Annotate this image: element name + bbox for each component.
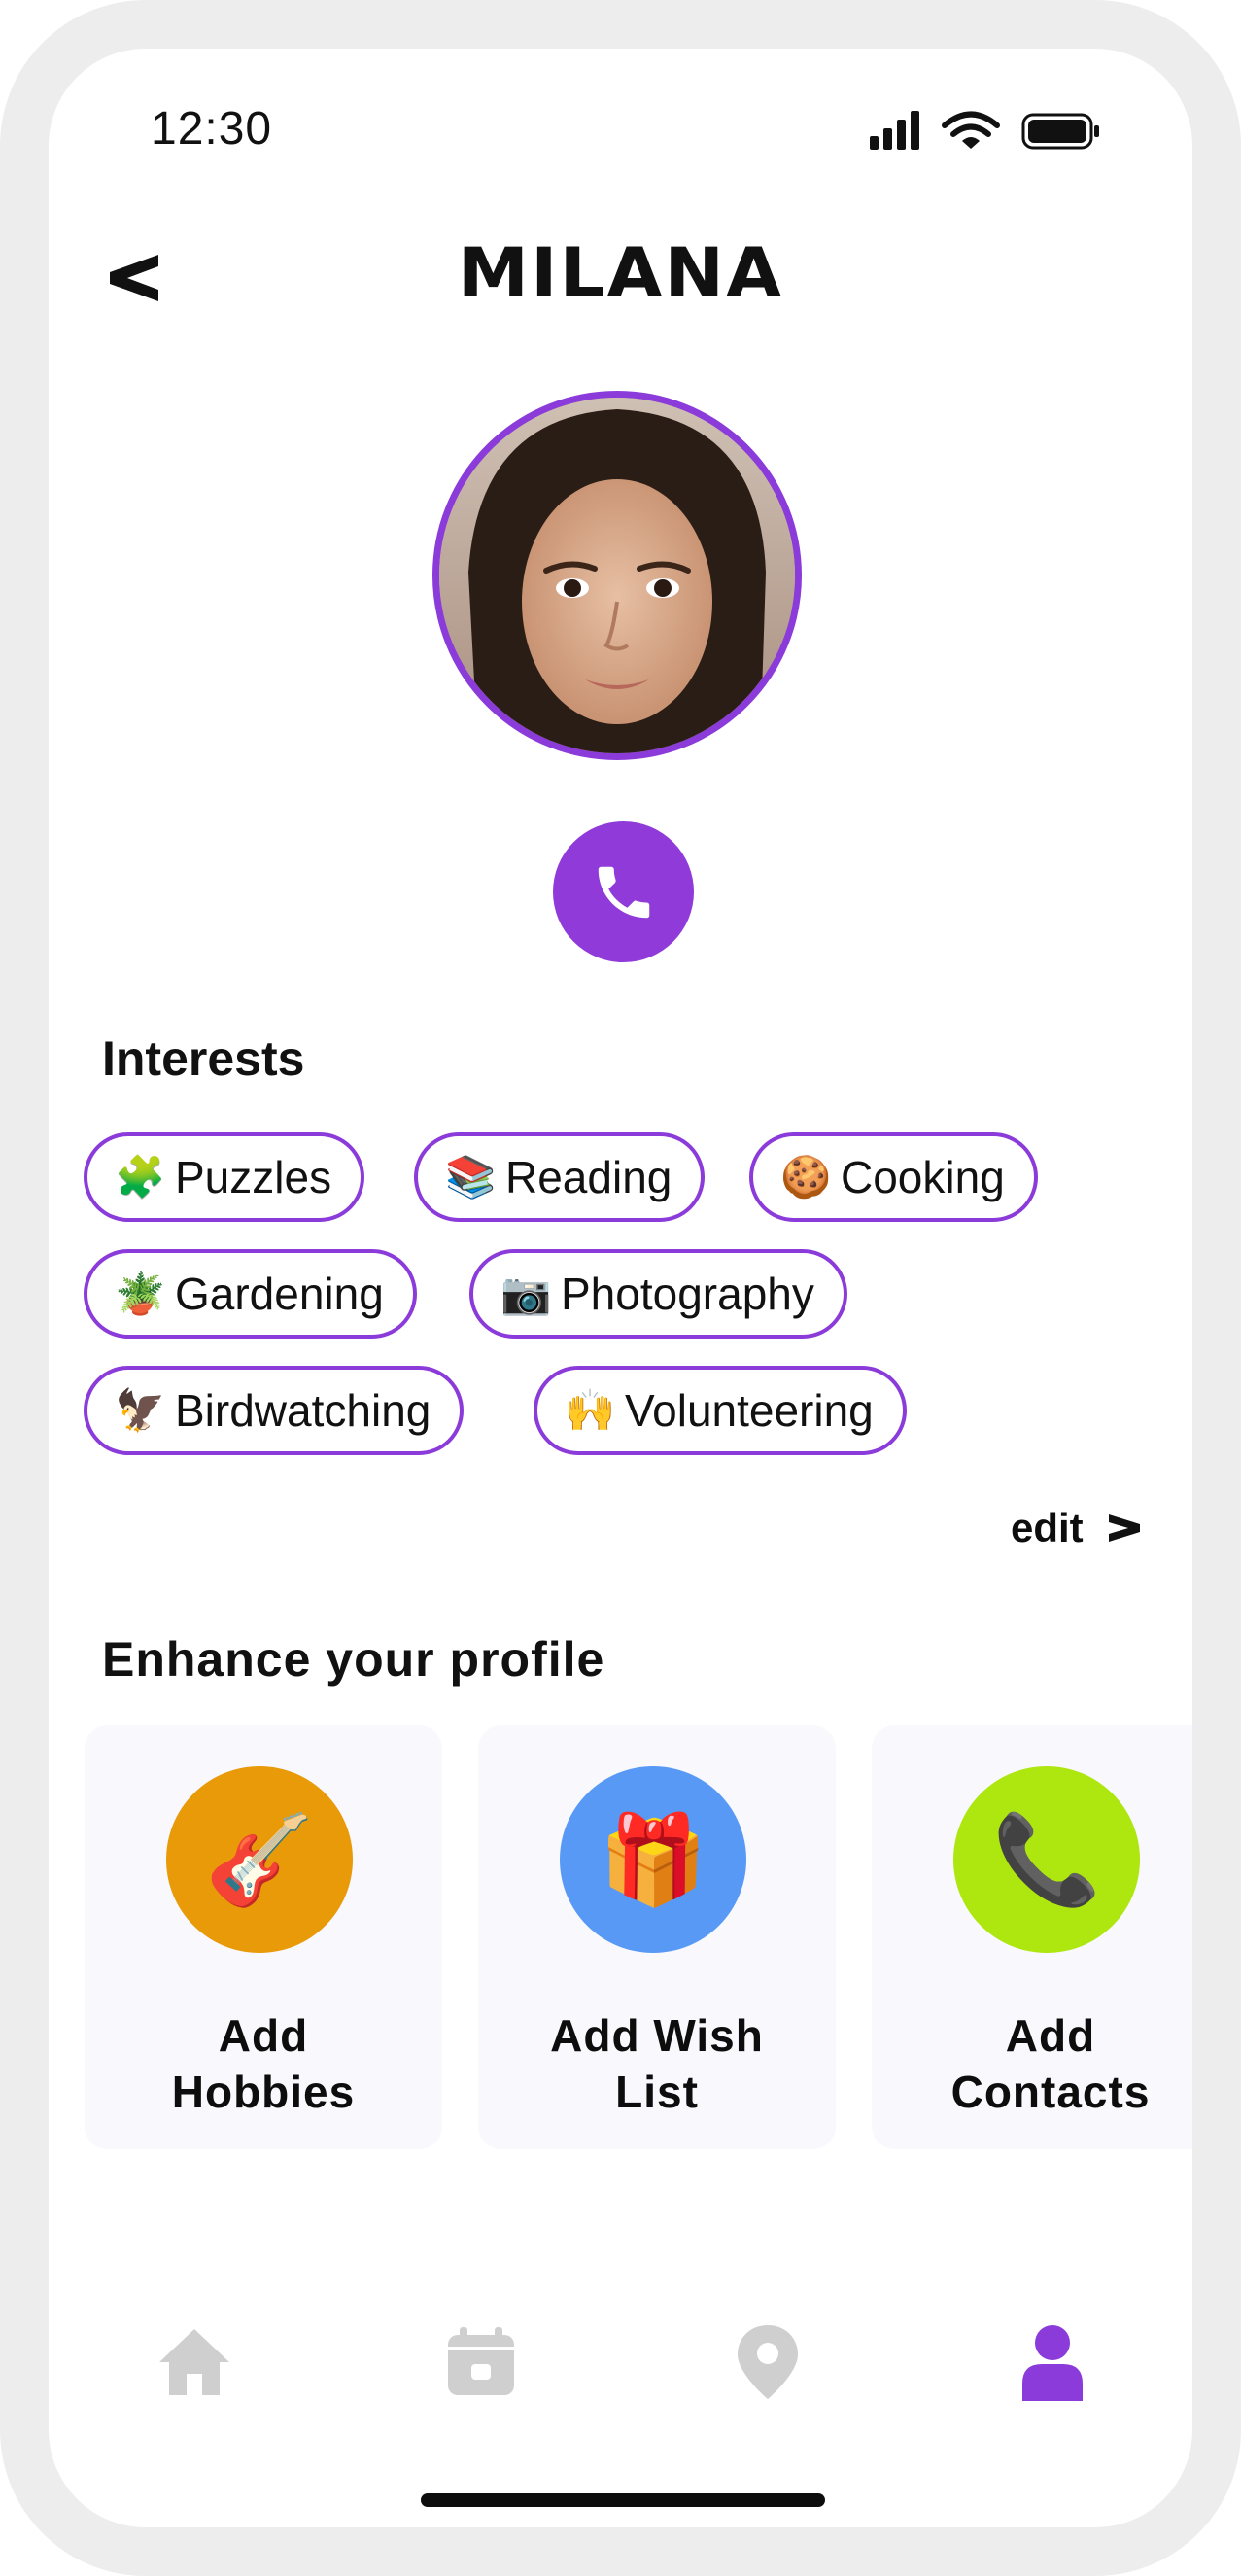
interest-chip-cooking[interactable]: 🍪 Cooking bbox=[749, 1132, 1038, 1222]
profile-icon[interactable] bbox=[1020, 2323, 1085, 2401]
interest-chip-gardening[interactable]: 🪴 Gardening bbox=[84, 1249, 417, 1339]
add-wish-list-card[interactable]: 🎁 Add Wish List bbox=[478, 1725, 836, 2149]
phone-icon bbox=[598, 866, 649, 918]
status-icons bbox=[870, 111, 1099, 150]
chip-label: Reading bbox=[505, 1152, 672, 1202]
signal-icon bbox=[870, 111, 919, 150]
card-label: Add Wish List bbox=[478, 2007, 836, 2120]
cookie-icon: 🍪 bbox=[780, 1153, 832, 1200]
add-contacts-card[interactable]: 📞 Add Contacts bbox=[872, 1725, 1192, 2149]
page-title: MILANA bbox=[457, 233, 784, 313]
calendar-icon[interactable] bbox=[442, 2323, 520, 2401]
card-label-line2: List bbox=[615, 2067, 699, 2117]
enhance-title: Enhance your profile bbox=[102, 1632, 605, 1687]
chip-label: Volunteering bbox=[625, 1385, 874, 1436]
add-hobbies-card[interactable]: 🎸 Add Hobbies bbox=[85, 1725, 442, 2149]
raised-hands-icon: 🙌 bbox=[565, 1386, 616, 1433]
chevron-right-icon bbox=[1108, 1514, 1140, 1542]
chip-label: Puzzles bbox=[175, 1152, 332, 1202]
chip-label: Photography bbox=[561, 1269, 814, 1319]
interest-chip-puzzles[interactable]: 🧩 Puzzles bbox=[84, 1132, 365, 1222]
home-icon[interactable] bbox=[155, 2323, 233, 2401]
puzzle-icon: 🧩 bbox=[115, 1153, 166, 1200]
card-label-line1: Add bbox=[218, 2010, 309, 2061]
camera-icon: 📷 bbox=[500, 1270, 552, 1316]
card-label-line1: Add Wish bbox=[550, 2010, 764, 2061]
chip-label: Birdwatching bbox=[175, 1385, 431, 1436]
card-label-line1: Add bbox=[1005, 2010, 1096, 2061]
edit-interests-link[interactable]: edit bbox=[1011, 1505, 1144, 1551]
interests-title: Interests bbox=[102, 1031, 305, 1086]
card-label-line2: Contacts bbox=[950, 2067, 1151, 2117]
potted-plant-icon: 🪴 bbox=[115, 1270, 166, 1316]
home-indicator[interactable] bbox=[421, 2493, 825, 2507]
telephone-icon: 📞 bbox=[953, 1766, 1140, 1953]
status-time: 12:30 bbox=[151, 103, 273, 155]
card-label-line2: Hobbies bbox=[171, 2067, 356, 2117]
interest-chip-reading[interactable]: 📚 Reading bbox=[414, 1132, 706, 1222]
gift-icon: 🎁 bbox=[560, 1766, 746, 1953]
battery-icon bbox=[1021, 113, 1099, 150]
location-icon[interactable] bbox=[734, 2323, 802, 2401]
call-button[interactable] bbox=[553, 821, 694, 962]
avatar bbox=[432, 391, 802, 760]
interest-chip-photography[interactable]: 📷 Photography bbox=[469, 1249, 847, 1339]
edit-label: edit bbox=[1011, 1505, 1084, 1550]
guitar-icon: 🎸 bbox=[166, 1766, 353, 1953]
card-label: Add Hobbies bbox=[85, 2007, 442, 2120]
card-label: Add Contacts bbox=[872, 2007, 1229, 2120]
interest-chip-volunteering[interactable]: 🙌 Volunteering bbox=[534, 1366, 907, 1455]
books-icon: 📚 bbox=[445, 1153, 497, 1200]
profile-photo bbox=[439, 398, 795, 753]
chip-label: Gardening bbox=[175, 1269, 384, 1319]
wifi-icon bbox=[942, 111, 1000, 149]
interest-chip-birdwatching[interactable]: 🦅 Birdwatching bbox=[84, 1366, 465, 1455]
chip-label: Cooking bbox=[841, 1152, 1005, 1202]
eagle-icon: 🦅 bbox=[115, 1386, 166, 1433]
